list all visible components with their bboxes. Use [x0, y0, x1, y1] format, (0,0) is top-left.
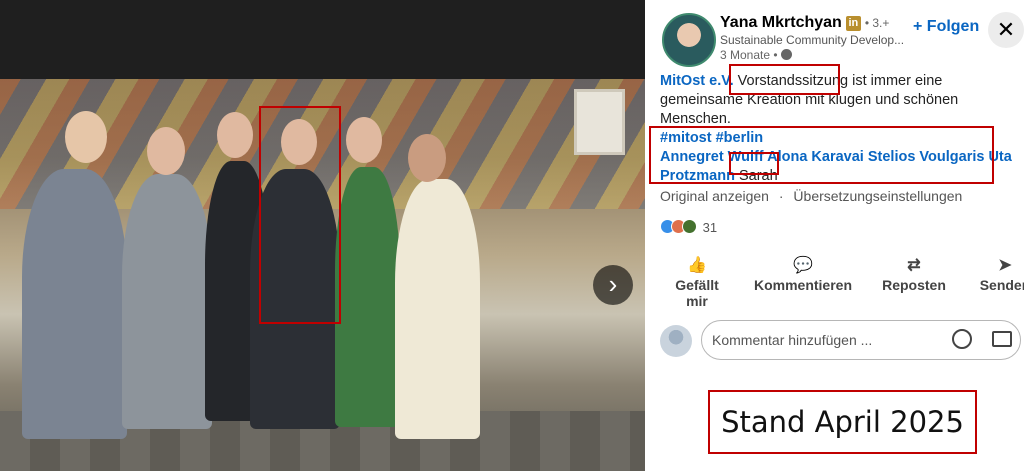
reaction-count: 31: [702, 220, 718, 235]
viewer-avatar: [660, 325, 692, 357]
emoji-icon[interactable]: [952, 329, 972, 349]
person-1-head: [65, 111, 107, 163]
author-name[interactable]: Yana Mkrtchyan in • 3.+: [720, 14, 889, 32]
next-image-button[interactable]: ›: [593, 265, 633, 305]
highlight-box-person: [259, 106, 341, 324]
translation-row: Original anzeigen · Übersetzungseinstell…: [660, 188, 962, 204]
repost-button[interactable]: ⇄ Reposten: [879, 255, 949, 293]
like-button[interactable]: 👍 Gefällt mir: [667, 255, 727, 309]
person-5: [335, 167, 400, 427]
repost-label: Reposten: [882, 277, 946, 293]
show-original-link[interactable]: Original anzeigen: [660, 188, 769, 204]
person-5-head: [346, 117, 382, 163]
person-2: [122, 174, 212, 429]
person-6-head: [408, 134, 446, 182]
author-avatar[interactable]: [662, 13, 716, 67]
author-name-text[interactable]: Yana Mkrtchyan: [720, 14, 842, 31]
comment-icon: 💬: [793, 257, 813, 274]
action-bar: 👍 Gefällt mir 💬 Kommentieren ⇄ Reposten …: [645, 255, 1024, 315]
person-1: [22, 169, 127, 439]
translation-settings-link[interactable]: Übersetzungseinstellungen: [793, 188, 962, 204]
highlight-box-vorstandssitzung: [729, 64, 840, 95]
close-icon[interactable]: ✕: [988, 12, 1024, 48]
timestamp-text: 3 Monate •: [720, 48, 778, 62]
highlight-box-sarah: [729, 152, 779, 175]
send-icon: ➤: [998, 257, 1012, 274]
separator: ·: [778, 188, 784, 204]
building-window: [574, 89, 625, 155]
reactions-summary[interactable]: 31: [660, 219, 717, 235]
linkedin-icon: in: [845, 16, 861, 31]
follow-button[interactable]: + Folgen: [913, 18, 979, 36]
comment-button[interactable]: 💬 Kommentieren: [753, 255, 853, 293]
thumbs-up-icon: 👍: [687, 257, 707, 274]
send-button[interactable]: ➤ Senden: [975, 255, 1024, 293]
globe-icon: [780, 49, 792, 60]
connection-degree: • 3.+: [864, 16, 890, 30]
highlight-box-tagged: [649, 126, 994, 184]
person-6: [395, 179, 480, 439]
person-3-head: [217, 112, 253, 158]
comment-row: Kommentar hinzufügen ...: [660, 320, 1024, 365]
send-label: Senden: [979, 277, 1024, 293]
comment-placeholder: Kommentar hinzufügen ...: [712, 332, 873, 348]
comment-label: Kommentieren: [753, 277, 853, 293]
org-link[interactable]: MitOst e.V.: [660, 73, 734, 89]
like-label: Gefällt mir: [675, 277, 719, 309]
person-2-head: [147, 127, 185, 175]
repost-icon: ⇄: [907, 257, 921, 274]
support-reaction-icon: [682, 219, 697, 234]
image-icon[interactable]: [992, 331, 1012, 347]
stand-annotation: Stand April 2025: [708, 390, 977, 454]
post-timestamp: 3 Monate •: [720, 48, 792, 62]
author-headline: Sustainable Community Develop...: [720, 33, 905, 47]
comment-input[interactable]: Kommentar hinzufügen ...: [701, 320, 1021, 360]
